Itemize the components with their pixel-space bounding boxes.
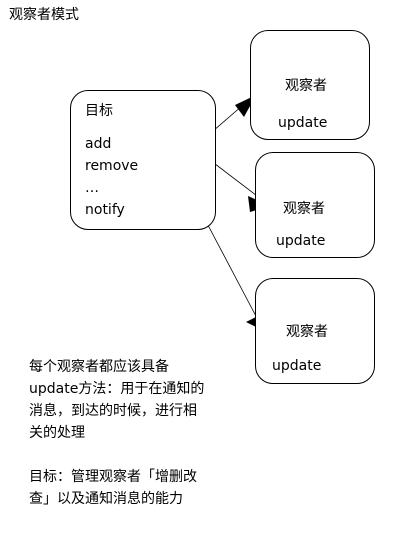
subject-title: 目标 <box>85 103 113 119</box>
note-line: update方法：用于在通知的 <box>29 381 205 397</box>
subject-method-list: add remove … notify <box>85 133 138 221</box>
subject-box: 目标 add remove … notify <box>70 90 216 230</box>
note-line: 目标：管理观察者「增删改 <box>29 469 197 485</box>
method-ellipsis: … <box>85 180 99 196</box>
observer-box-3: 观察者 update <box>255 278 375 384</box>
observer-method: update <box>278 115 328 131</box>
note-line: 关的处理 <box>29 425 85 441</box>
note-line: 每个观察者都应该具备 <box>29 359 169 375</box>
arrow-line-to-observer-3 <box>199 209 259 321</box>
observer-box-2: 观察者 update <box>255 152 375 258</box>
observer-box-1: 观察者 update <box>250 30 370 140</box>
observer-method: update <box>276 233 326 249</box>
diagram-title: 观察者模式 <box>9 7 79 23</box>
observer-title: 观察者 <box>283 201 325 217</box>
note-observer-update: 每个观察者都应该具备 update方法：用于在通知的 消息，到达的时候，进行相 … <box>29 356 229 444</box>
method-remove: remove <box>85 158 139 174</box>
note-subject-role: 目标：管理观察者「增删改 查」以及通知消息的能力 <box>29 466 229 510</box>
note-line: 消息，到达的时候，进行相 <box>29 403 197 419</box>
method-add: add <box>85 136 112 152</box>
observer-title: 观察者 <box>286 324 328 340</box>
observer-method: update <box>272 358 322 374</box>
observer-title: 观察者 <box>285 78 327 94</box>
note-line: 查」以及通知消息的能力 <box>29 491 183 507</box>
method-notify: notify <box>85 202 125 218</box>
